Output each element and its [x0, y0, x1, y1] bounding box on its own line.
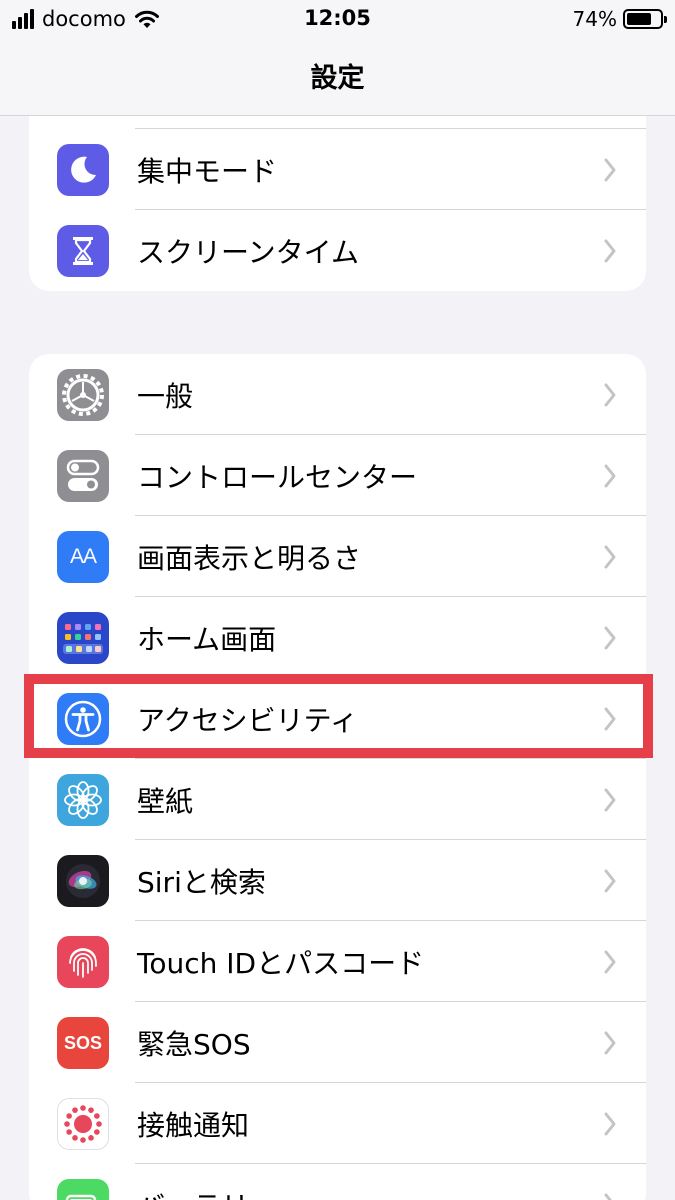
settings-row-accessibility[interactable]: アクセシビリティ: [29, 678, 646, 759]
chevron-right-icon: [604, 950, 616, 974]
settings-row-label: 一般: [137, 380, 194, 413]
settings-row-label: Siriと検索: [137, 866, 266, 899]
settings-row-label: 集中モード: [137, 155, 278, 188]
chevron-right-icon: [604, 626, 616, 650]
fingerprint-icon: [57, 936, 109, 988]
settings-row-exposure-notifications[interactable]: 接触通知: [29, 1083, 646, 1164]
chevron-right-icon: [604, 869, 616, 893]
chevron-right-icon: [604, 707, 616, 731]
settings-row-home-screen[interactable]: ホーム画面: [29, 597, 646, 678]
chevron-right-icon: [604, 1031, 616, 1055]
moon-icon: [57, 144, 109, 196]
navigation-bar: 設定: [0, 38, 675, 116]
settings-row-label: バッテリー: [137, 1185, 277, 1200]
settings-row-screen-time[interactable]: スクリーンタイム: [29, 210, 646, 291]
siri-icon: [57, 855, 109, 907]
settings-row-label: ホーム画面: [137, 623, 277, 656]
sos-icon: SOS: [57, 1017, 109, 1069]
settings-row-label: Touch IDとパスコード: [137, 947, 425, 980]
chevron-right-icon: [604, 1112, 616, 1136]
settings-row-general[interactable]: 一般: [29, 354, 646, 435]
sos-glyph: SOS: [63, 1032, 102, 1053]
settings-row-label: 画面表示と明るさ: [137, 542, 362, 575]
settings-row-wallpaper[interactable]: 壁紙: [29, 759, 646, 840]
chevron-right-icon: [604, 545, 616, 569]
settings-row-touch-id-passcode[interactable]: Touch IDとパスコード: [29, 921, 646, 1002]
page-title: 設定: [310, 63, 365, 94]
settings-row-display-brightness[interactable]: AA 画面表示と明るさ: [29, 516, 646, 597]
battery-icon: [623, 9, 667, 29]
chevron-right-icon: [604, 1193, 612, 1200]
chevron-right-icon: [604, 788, 616, 812]
battery-percentage: 74%: [572, 7, 617, 31]
settings-row-focus[interactable]: 集中モード: [29, 129, 646, 210]
flower-icon: [57, 774, 109, 826]
settings-group-main: 一般 コントロールセンター AA 画面表示と明るさ ホーム画面 アクセシビリティ…: [29, 354, 646, 1200]
exposure-icon: [57, 1098, 109, 1150]
hourglass-icon: [57, 225, 109, 277]
gear-icon: [57, 369, 109, 421]
settings-row-label: アクセシビリティ: [137, 704, 358, 737]
accessibility-icon: [57, 693, 109, 745]
settings-row-battery[interactable]: バッテリー: [29, 1164, 646, 1200]
settings-row-label: コントロールセンター: [137, 461, 418, 494]
settings-row-emergency-sos[interactable]: SOS 緊急SOS: [29, 1002, 646, 1083]
text-size-icon: AA: [57, 531, 109, 583]
settings-row-control-center[interactable]: コントロールセンター: [29, 435, 646, 516]
chevron-right-icon: [604, 383, 616, 407]
chevron-right-icon: [604, 158, 616, 182]
chevron-right-icon: [604, 239, 616, 263]
chevron-right-icon: [604, 464, 616, 488]
settings-row-label: 接触通知: [137, 1109, 250, 1142]
settings-row-siri-search[interactable]: Siriと検索: [29, 840, 646, 921]
settings-row-label: 緊急SOS: [137, 1028, 251, 1061]
settings-row-label: 壁紙: [137, 785, 194, 818]
text-size-glyph: AA: [69, 545, 97, 568]
settings-group-focus: 集中モード スクリーンタイム: [29, 116, 646, 291]
settings-row-label: スクリーンタイム: [137, 236, 360, 269]
home-grid-icon: [57, 612, 109, 664]
status-bar: docomo 12:05 74%: [0, 0, 675, 38]
toggles-icon: [57, 450, 109, 502]
battery-icon: [57, 1179, 109, 1200]
